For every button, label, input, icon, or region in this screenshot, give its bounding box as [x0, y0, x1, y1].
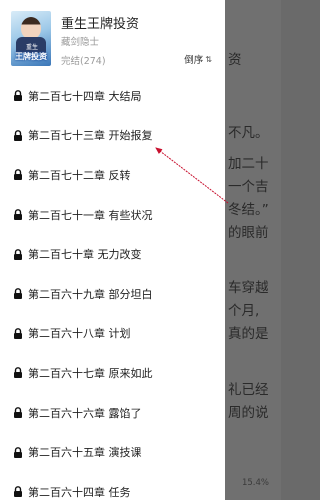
annotation-arrow: [155, 147, 229, 204]
annotation-overlay: [155, 147, 229, 204]
